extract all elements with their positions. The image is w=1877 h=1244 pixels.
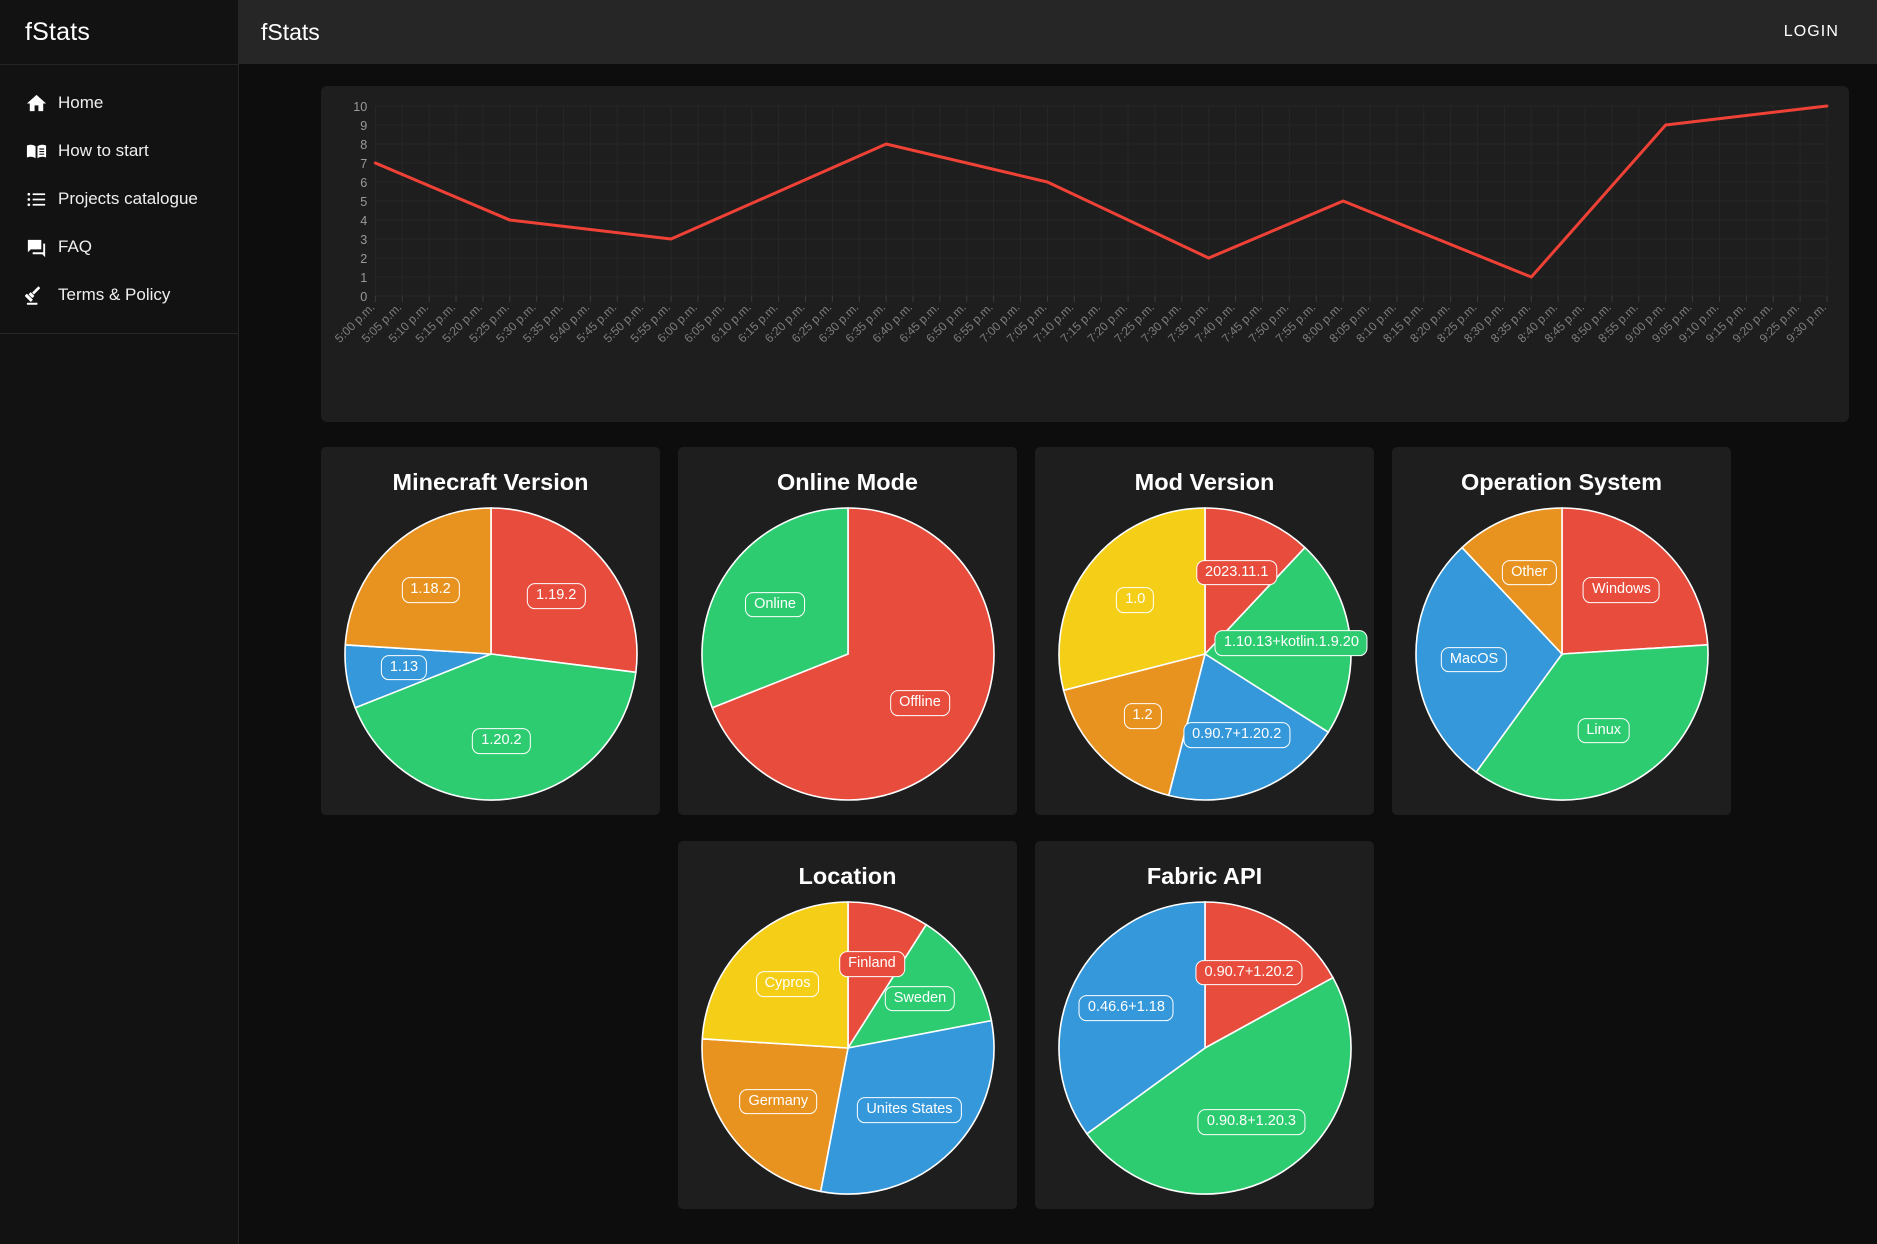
pie-svg	[698, 898, 998, 1198]
pie-card-minecraft-version: Minecraft Version 1.19.21.20.21.131.18.2	[321, 447, 660, 815]
pie-chart-fabric-api[interactable]: 0.90.7+1.20.20.90.8+1.20.30.46.6+1.18	[1055, 898, 1355, 1198]
pie-row-1: Minecraft Version 1.19.21.20.21.131.18.2…	[321, 447, 1849, 815]
svg-text:6: 6	[360, 176, 367, 190]
pie-card-fabric-api: Fabric API 0.90.7+1.20.20.90.8+1.20.30.4…	[1035, 841, 1374, 1209]
content-area: 0123456789105:00 p.m.5:05 p.m.5:10 p.m.5…	[239, 65, 1877, 1244]
sidebar-item-label: FAQ	[58, 237, 92, 257]
pie-svg	[1055, 504, 1355, 804]
pie-title: Online Mode	[777, 469, 918, 496]
sidebar-item-projects-catalogue[interactable]: Projects catalogue	[0, 175, 238, 223]
topbar: fStats LOGIN	[239, 0, 1877, 65]
timeline-chart[interactable]: 0123456789105:00 p.m.5:05 p.m.5:10 p.m.5…	[335, 100, 1829, 414]
pie-card-operation-system: Operation System WindowsLinuxMacOSOther	[1392, 447, 1731, 815]
app-root: fStats Home How to start Projects catalo…	[0, 0, 1877, 1244]
pie-title: Mod Version	[1135, 469, 1275, 496]
sidebar-item-terms-policy[interactable]: Terms & Policy	[0, 271, 238, 319]
sidebar: fStats Home How to start Projects catalo…	[0, 0, 239, 1244]
pie-title: Location	[799, 863, 897, 890]
pie-title: Fabric API	[1147, 863, 1262, 890]
svg-text:10: 10	[353, 100, 367, 114]
pie-chart-operation-system[interactable]: WindowsLinuxMacOSOther	[1412, 504, 1712, 804]
main-area: fStats LOGIN 0123456789105:00 p.m.5:05 p…	[239, 0, 1877, 1244]
pie-card-online-mode: Online Mode OfflineOnline	[678, 447, 1017, 815]
svg-text:7: 7	[360, 157, 367, 171]
list-icon	[14, 188, 58, 211]
gavel-icon	[14, 284, 58, 307]
book-icon	[14, 140, 58, 163]
pie-slice	[345, 508, 491, 654]
pie-chart-minecraft-version[interactable]: 1.19.21.20.21.131.18.2	[341, 504, 641, 804]
login-button[interactable]: LOGIN	[1774, 15, 1849, 49]
pie-title: Operation System	[1461, 469, 1662, 496]
sidebar-item-faq[interactable]: FAQ	[0, 223, 238, 271]
sidebar-item-label: Terms & Policy	[58, 285, 170, 305]
timeline-chart-card: 0123456789105:00 p.m.5:05 p.m.5:10 p.m.5…	[321, 86, 1849, 422]
svg-text:3: 3	[360, 233, 367, 247]
svg-text:4: 4	[360, 214, 367, 228]
pie-row-2: Location FinlandSwedenUnites StatesGerma…	[321, 841, 1849, 1209]
pie-slice	[1562, 508, 1708, 654]
pie-card-mod-version: Mod Version 2023.11.11.10.13+kotlin.1.9.…	[1035, 447, 1374, 815]
sidebar-item-label: How to start	[58, 141, 149, 161]
svg-text:5: 5	[360, 195, 367, 209]
home-icon	[14, 92, 58, 115]
svg-text:1: 1	[360, 271, 367, 285]
forum-icon	[14, 236, 58, 259]
sidebar-divider	[0, 333, 238, 334]
pie-svg	[698, 504, 998, 804]
pie-card-location: Location FinlandSwedenUnites StatesGerma…	[678, 841, 1017, 1209]
page-title: fStats	[261, 19, 320, 46]
svg-text:2: 2	[360, 252, 367, 266]
sidebar-nav: Home How to start Projects catalogue FAQ	[0, 65, 238, 334]
pie-slice	[702, 902, 848, 1048]
pie-chart-mod-version[interactable]: 2023.11.11.10.13+kotlin.1.9.200.90.7+1.2…	[1055, 504, 1355, 804]
pie-chart-location[interactable]: FinlandSwedenUnites StatesGermanyCypros	[698, 898, 998, 1198]
sidebar-item-home[interactable]: Home	[0, 79, 238, 127]
pie-svg	[1412, 504, 1712, 804]
svg-text:8: 8	[360, 138, 367, 152]
sidebar-item-label: Projects catalogue	[58, 189, 198, 209]
pie-slice	[491, 508, 637, 672]
pie-chart-online-mode[interactable]: OfflineOnline	[698, 504, 998, 804]
svg-text:9: 9	[360, 119, 367, 133]
sidebar-brand: fStats	[0, 0, 238, 65]
pie-svg	[1055, 898, 1355, 1198]
pie-title: Minecraft Version	[393, 469, 589, 496]
sidebar-item-how-to-start[interactable]: How to start	[0, 127, 238, 175]
pie-svg	[341, 504, 641, 804]
timeline-chart-svg: 0123456789105:00 p.m.5:05 p.m.5:10 p.m.5…	[335, 100, 1829, 414]
sidebar-item-label: Home	[58, 93, 103, 113]
